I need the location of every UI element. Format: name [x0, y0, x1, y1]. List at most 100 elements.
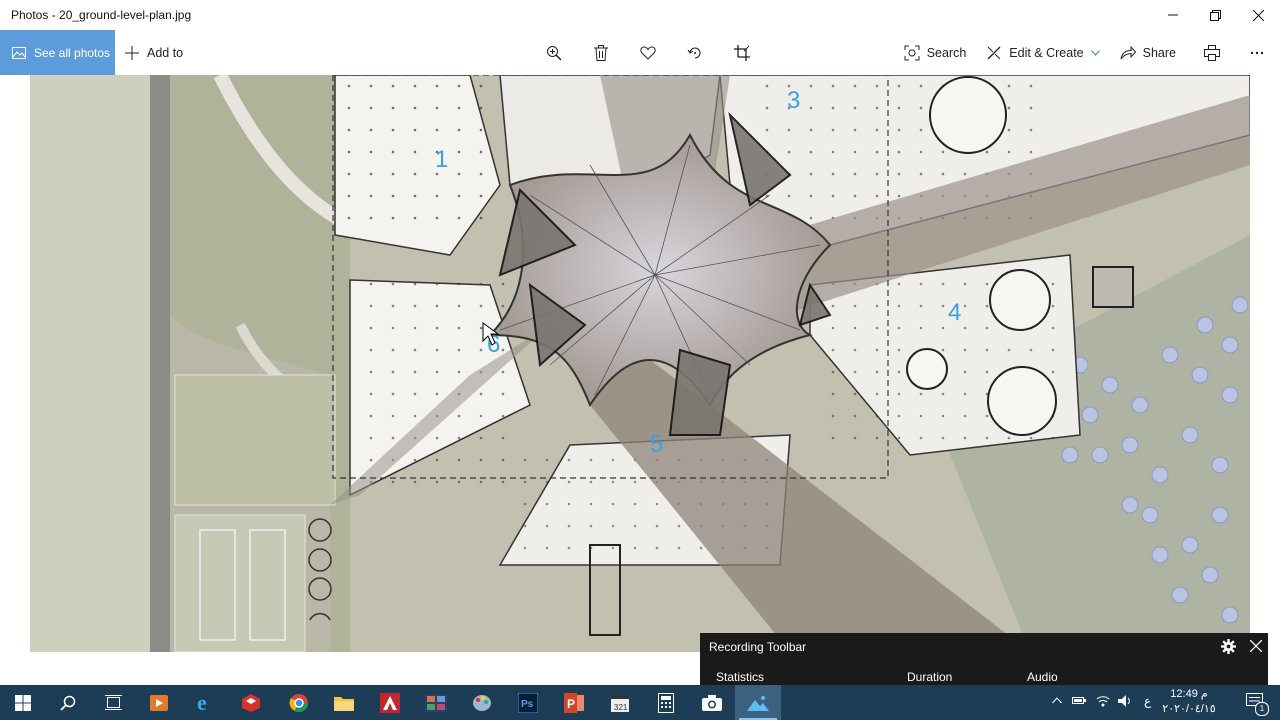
plan-label-4: 4 [948, 299, 961, 326]
video-editor-button[interactable]: 321 [597, 685, 643, 720]
sketchup-button[interactable] [228, 685, 274, 720]
calculator-icon [658, 692, 674, 713]
minimize-button[interactable] [1151, 0, 1194, 30]
show-hidden-icons-button[interactable] [1052, 695, 1062, 707]
favorite-button[interactable] [624, 30, 671, 75]
more-icon [1250, 51, 1264, 54]
media-player-icon [150, 694, 168, 711]
close-button[interactable] [1237, 0, 1280, 30]
ground-level-plan-image: 1 3 4 5 6 [30, 75, 1250, 652]
close-icon [1249, 639, 1263, 653]
plus-icon [125, 45, 139, 60]
media-app-button[interactable] [136, 685, 182, 720]
edge-button[interactable]: e [182, 685, 228, 720]
system-tray: ع 12:49 م ٢٠٢٠/٠٤/١٥ 1 [1040, 685, 1280, 720]
chevron-up-icon [1052, 697, 1062, 704]
action-center-button[interactable]: 1 [1246, 693, 1269, 716]
recording-toolbar-title: Recording Toolbar [709, 640, 807, 654]
rotate-icon [687, 47, 700, 58]
autocad-button[interactable] [367, 685, 413, 720]
photoshop-icon: Ps [518, 692, 538, 713]
plan-label-1: 1 [435, 146, 448, 173]
zoom-button[interactable] [530, 30, 577, 75]
heart-icon [639, 45, 656, 60]
powerpoint-icon: P [564, 692, 584, 713]
search-icon [60, 695, 76, 711]
camera-button[interactable] [689, 685, 735, 720]
folder-icon [334, 696, 354, 711]
chrome-icon [289, 693, 308, 712]
zoom-icon [546, 45, 562, 61]
more-button[interactable] [1234, 30, 1280, 75]
internet-explorer-icon: e [197, 693, 207, 713]
share-button[interactable]: Share [1110, 30, 1186, 75]
recording-toolbar: Recording Toolbar Statistics Duration Au… [700, 633, 1268, 685]
search-label: Search [926, 45, 967, 60]
add-to-label: Add to [147, 45, 184, 60]
add-to-button[interactable]: Add to [125, 30, 183, 75]
chevron-down-icon [1090, 49, 1100, 56]
clock-date: ٢٠٢٠/٠٤/١٥ [1162, 703, 1216, 715]
edit-create-label: Edit & Create [1009, 45, 1084, 60]
taskbar-search-button[interactable] [45, 685, 91, 720]
taskbar: e Ps P 321 ع 12:49 م ٢٠٢٠/٠٤/١٥ 1 [0, 685, 1280, 720]
recording-close-button[interactable] [1249, 639, 1263, 657]
task-view-button[interactable] [90, 685, 136, 720]
minimize-icon [1167, 14, 1178, 16]
photos-app-icon [747, 695, 769, 711]
photos-icon [12, 46, 26, 59]
notification-count-badge: 1 [1255, 702, 1269, 716]
photos-app-button[interactable] [735, 685, 781, 720]
site-plan-drawing: 1 3 4 5 6 [30, 75, 1250, 652]
audio-label: Audio [1027, 670, 1058, 684]
start-button[interactable] [0, 685, 46, 720]
powerpoint-button[interactable]: P [551, 685, 597, 720]
wifi-icon [1096, 696, 1110, 707]
network-button[interactable] [1096, 694, 1110, 711]
crop-icon [733, 44, 750, 61]
duration-label: Duration [907, 670, 953, 684]
delete-icon [593, 44, 608, 61]
edit-create-icon [987, 46, 1001, 59]
statistics-label: Statistics [716, 670, 765, 684]
plan-label-3: 3 [787, 87, 800, 114]
delete-button[interactable] [577, 30, 624, 75]
restore-icon [1210, 9, 1221, 21]
photoshop-button[interactable]: Ps [505, 685, 551, 720]
calculator-button[interactable] [643, 685, 689, 720]
svg-text:P: P [567, 697, 575, 711]
share-icon [1120, 45, 1136, 59]
print-button[interactable] [1186, 30, 1234, 75]
paint-app-button[interactable] [459, 685, 505, 720]
edit-create-button[interactable]: Edit & Create [976, 30, 1109, 75]
print-icon [1204, 44, 1220, 61]
svg-text:Ps: Ps [521, 699, 534, 710]
palette-icon [473, 694, 491, 711]
see-all-photos-button[interactable]: See all photos [0, 30, 115, 75]
battery-button[interactable] [1072, 695, 1086, 708]
rotate-button[interactable] [671, 30, 718, 75]
gallery-icon [425, 693, 447, 712]
title-bar: Photos - 20_ground-level-plan.jpg [0, 0, 1280, 30]
settings-button[interactable] [1221, 639, 1236, 659]
sketchup-icon [242, 693, 260, 712]
camera-icon [702, 694, 722, 711]
svg-text:321: 321 [614, 703, 628, 712]
image-viewer[interactable]: 1 3 4 5 6 [0, 75, 1280, 685]
volume-button[interactable] [1118, 694, 1132, 711]
close-icon [1253, 9, 1264, 21]
autocad-icon [380, 692, 400, 713]
battery-icon [1072, 697, 1086, 704]
maximize-button[interactable] [1194, 0, 1237, 30]
speaker-icon [1118, 695, 1130, 707]
search-button[interactable]: Search [894, 30, 977, 75]
chrome-button[interactable] [276, 685, 322, 720]
gallery-app-button[interactable] [413, 685, 459, 720]
app-toolbar: See all photos Add to Search Edit & Crea… [0, 30, 1280, 75]
input-language-button[interactable]: ع [1144, 694, 1151, 708]
clock-button[interactable]: 12:49 م ٢٠٢٠/٠٤/١٥ [1154, 687, 1224, 717]
scrollbar-track[interactable] [1274, 75, 1280, 652]
task-view-icon [104, 695, 122, 710]
crop-button[interactable] [718, 30, 765, 75]
file-explorer-button[interactable] [321, 685, 367, 720]
